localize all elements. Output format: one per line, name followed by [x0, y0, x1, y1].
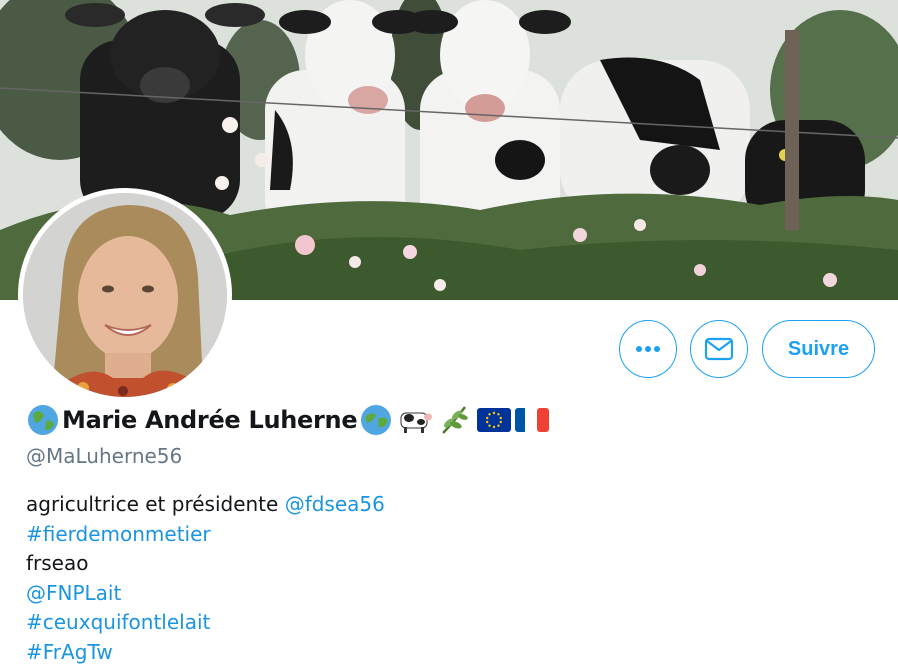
mention-link-fdsea56[interactable]: @fdsea56 — [285, 492, 385, 516]
globe-icon — [359, 403, 393, 437]
hashtag-link-fierdemonmetier[interactable]: #fierdemonmetier — [26, 522, 211, 546]
profile-avatar-frame[interactable] — [18, 188, 232, 402]
bio-line: @FNPLait — [26, 579, 385, 609]
display-name-row: Marie Andrée Luherne — [26, 402, 549, 438]
hashtag-link-fragtw[interactable]: #FrAgTw — [26, 640, 113, 664]
eu-flag-icon — [477, 408, 511, 432]
profile-handle: @MaLuherne56 — [26, 444, 182, 468]
avatar-portrait — [23, 193, 227, 397]
bio-text: frseao — [26, 551, 88, 575]
more-horizontal-icon — [635, 345, 661, 353]
more-options-button[interactable] — [619, 320, 677, 378]
display-name: Marie Andrée Luherne — [62, 406, 357, 434]
bio-line: frseao — [26, 549, 385, 579]
cow-icon — [397, 405, 433, 435]
profile-bio: agricultrice et présidente @fdsea56 #fie… — [26, 490, 385, 667]
globe-icon — [26, 403, 60, 437]
bio-text: agricultrice et présidente — [26, 492, 285, 516]
bio-line: agricultrice et présidente @fdsea56 — [26, 490, 385, 520]
follow-button[interactable]: Suivre — [762, 320, 875, 378]
message-button[interactable] — [690, 320, 748, 378]
envelope-icon — [704, 337, 734, 361]
france-flag-icon — [515, 408, 549, 432]
hashtag-link-ceuxquifontlelait[interactable]: #ceuxquifontlelait — [26, 610, 210, 634]
bio-line: #ceuxquifontlelait — [26, 608, 385, 638]
bio-line: #FrAgTw — [26, 638, 385, 667]
herb-icon — [437, 403, 471, 437]
bio-line: #fierdemonmetier — [26, 520, 385, 550]
profile-avatar[interactable] — [23, 193, 227, 397]
mention-link-fnplait[interactable]: @FNPLait — [26, 581, 121, 605]
